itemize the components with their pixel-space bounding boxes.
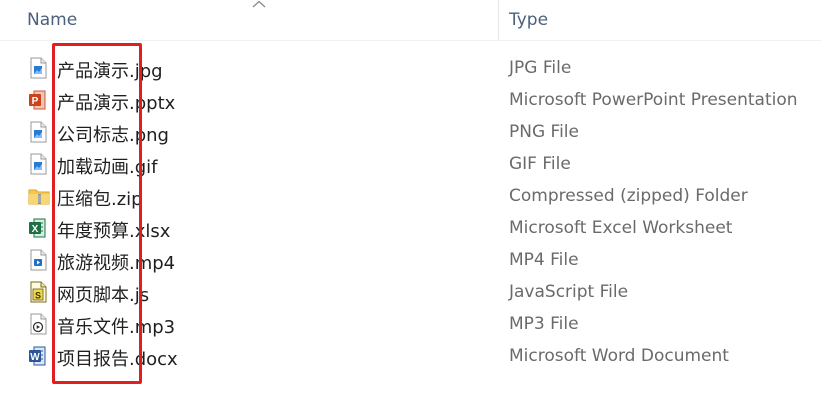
file-type: GIF File xyxy=(509,154,571,174)
file-list: 产品演示.jpg JPG File P 产品演示.pptx Microsoft Po… xyxy=(0,52,821,372)
svg-text:X: X xyxy=(32,224,39,235)
file-row[interactable]: 旅游视频.mp4 MP4 File xyxy=(0,244,821,276)
file-row[interactable]: 加载动画.gif GIF File xyxy=(0,148,821,180)
audio-file-icon xyxy=(28,313,48,335)
file-row[interactable]: 压缩包.zip Compressed (zipped) Folder xyxy=(0,180,821,212)
file-explorer-details-view: Name Type 产品演示.jpg JPG File P 产品演示.pptx Mi… xyxy=(0,0,821,396)
image-file-icon xyxy=(28,121,48,143)
file-type: PNG File xyxy=(509,122,579,142)
column-header-name[interactable]: Name xyxy=(27,10,77,30)
svg-text:W: W xyxy=(30,352,40,363)
image-file-icon xyxy=(28,153,48,175)
word-file-icon: W xyxy=(28,345,48,367)
file-type: Microsoft Excel Worksheet xyxy=(509,218,733,238)
file-row[interactable]: S 网页脚本.js JavaScript File xyxy=(0,276,821,308)
column-header-bar: Name Type xyxy=(0,0,821,41)
file-type: Microsoft PowerPoint Presentation xyxy=(509,90,798,110)
file-type: MP4 File xyxy=(509,250,579,270)
svg-text:P: P xyxy=(32,96,39,107)
excel-file-icon: X xyxy=(28,217,48,239)
file-name[interactable]: 网页脚本.js xyxy=(57,281,149,307)
zip-folder-icon xyxy=(28,185,50,207)
file-name[interactable]: 项目报告.docx xyxy=(57,345,178,371)
column-divider[interactable] xyxy=(498,0,499,40)
file-type: Microsoft Word Document xyxy=(509,346,729,366)
file-type: Compressed (zipped) Folder xyxy=(509,186,748,206)
file-name[interactable]: 加载动画.gif xyxy=(57,153,158,179)
file-name[interactable]: 产品演示.jpg xyxy=(57,57,163,83)
script-file-icon: S xyxy=(28,281,48,303)
file-name[interactable]: 年度预算.xlsx xyxy=(57,217,170,243)
file-type: MP3 File xyxy=(509,314,579,334)
column-header-type[interactable]: Type xyxy=(509,10,548,30)
file-row[interactable]: 公司标志.png PNG File xyxy=(0,116,821,148)
file-name[interactable]: 旅游视频.mp4 xyxy=(57,249,175,275)
file-name[interactable]: 公司标志.png xyxy=(57,121,169,147)
powerpoint-file-icon: P xyxy=(28,89,48,111)
file-row[interactable]: P 产品演示.pptx Microsoft PowerPoint Presenta… xyxy=(0,84,821,116)
chevron-up-icon xyxy=(252,0,266,8)
image-file-icon xyxy=(28,57,48,79)
file-row[interactable]: 产品演示.jpg JPG File xyxy=(0,52,821,84)
file-row[interactable]: 音乐文件.mp3 MP3 File xyxy=(0,308,821,340)
file-name[interactable]: 音乐文件.mp3 xyxy=(57,313,175,339)
file-row[interactable]: W 项目报告.docx Microsoft Word Document xyxy=(0,340,821,372)
file-type: JavaScript File xyxy=(509,282,629,302)
file-row[interactable]: X 年度预算.xlsx Microsoft Excel Worksheet xyxy=(0,212,821,244)
video-file-icon xyxy=(28,249,48,271)
svg-text:S: S xyxy=(35,291,41,301)
file-name[interactable]: 产品演示.pptx xyxy=(57,89,175,115)
file-name[interactable]: 压缩包.zip xyxy=(57,185,143,211)
file-type: JPG File xyxy=(509,58,572,78)
